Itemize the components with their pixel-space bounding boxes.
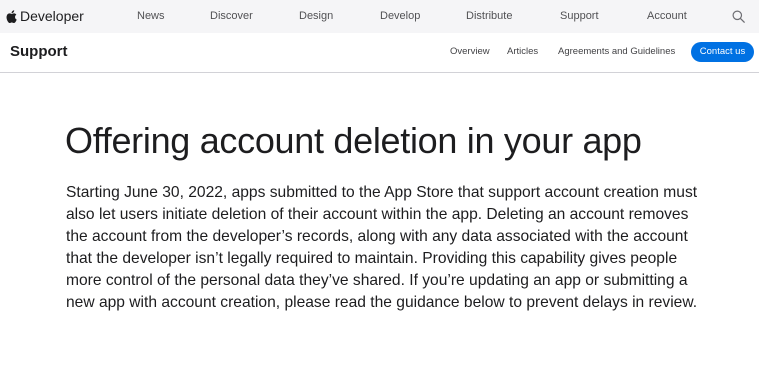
article-title: Offering account deletion in your app — [65, 120, 642, 161]
nav-link-support[interactable]: Support — [560, 10, 599, 22]
article-body: Starting June 30, 2022, apps submitted t… — [66, 184, 698, 311]
nav-link-develop[interactable]: Develop — [380, 10, 420, 22]
contact-us-button[interactable]: Contact us — [691, 42, 754, 62]
nav-link-news[interactable]: News — [137, 10, 165, 22]
nav-link-account[interactable]: Account — [647, 10, 687, 22]
search-icon[interactable] — [732, 10, 745, 23]
nav-link-design[interactable]: Design — [299, 10, 333, 22]
global-nav: Developer News Discover Design Develop D… — [0, 0, 759, 33]
local-link-agreements[interactable]: Agreements and Guidelines — [558, 46, 675, 57]
section-title[interactable]: Support — [10, 43, 68, 60]
apple-logo-icon — [6, 9, 17, 23]
local-nav: Support Overview Articles Agreements and… — [0, 33, 759, 73]
local-link-articles[interactable]: Articles — [507, 46, 538, 57]
brand-label: Developer — [20, 8, 84, 24]
nav-link-distribute[interactable]: Distribute — [466, 10, 512, 22]
local-link-overview[interactable]: Overview — [450, 46, 490, 57]
developer-home-link[interactable]: Developer — [6, 8, 84, 24]
nav-link-discover[interactable]: Discover — [210, 10, 253, 22]
